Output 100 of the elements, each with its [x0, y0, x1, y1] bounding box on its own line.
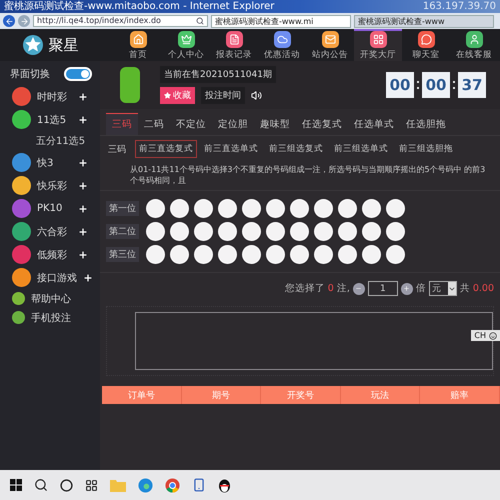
- browser-icon[interactable]: [165, 478, 180, 492]
- number-ball[interactable]: [146, 245, 165, 264]
- nav-item[interactable]: 聊天室: [402, 29, 450, 61]
- search-icon[interactable]: [34, 478, 48, 492]
- number-ball[interactable]: [338, 245, 357, 264]
- sidebar-item[interactable]: 快3: [0, 151, 100, 174]
- multiple-field[interactable]: 1: [368, 281, 398, 296]
- number-ball[interactable]: [242, 199, 261, 218]
- sub-tab[interactable]: 前三直选复式: [135, 140, 197, 158]
- plus-icon[interactable]: [78, 114, 88, 124]
- toggle-label: 界面切换: [10, 68, 50, 81]
- number-input-box[interactable]: [135, 312, 493, 370]
- play-tab[interactable]: 任选胆拖: [400, 113, 452, 135]
- nav-item[interactable]: 开奖大厅: [354, 29, 402, 61]
- number-ball[interactable]: [362, 222, 381, 241]
- circle-icon[interactable]: [60, 478, 73, 492]
- nav-item[interactable]: 优惠活动: [258, 29, 306, 61]
- column-header: 期号: [182, 386, 262, 404]
- number-ball[interactable]: [362, 245, 381, 264]
- task-view-icon[interactable]: [85, 478, 98, 492]
- sidebar-subitem[interactable]: 五分11选5: [0, 131, 100, 151]
- nav-item[interactable]: 首页: [114, 29, 162, 61]
- column-header: 赔率: [420, 386, 500, 404]
- play-tab[interactable]: 趣味型: [254, 113, 296, 135]
- number-ball[interactable]: [266, 222, 285, 241]
- plus-icon[interactable]: [78, 226, 88, 236]
- penguin-icon[interactable]: [218, 478, 231, 492]
- ip-address: 163.197.39.70: [422, 1, 496, 12]
- number-ball[interactable]: [242, 245, 261, 264]
- address-field[interactable]: http://li.qe4.top/index/index.do: [33, 15, 208, 27]
- number-ball[interactable]: [386, 222, 405, 241]
- number-ball[interactable]: [242, 222, 261, 241]
- nav-item[interactable]: 报表记录: [210, 29, 258, 61]
- play-tab[interactable]: 不定位: [170, 113, 212, 135]
- number-ball[interactable]: [194, 222, 213, 241]
- number-ball[interactable]: [170, 199, 189, 218]
- play-tab[interactable]: 二码: [138, 113, 170, 135]
- plus-icon[interactable]: [78, 92, 88, 102]
- browser-tab[interactable]: 蜜桃源码测试检查-www: [354, 14, 494, 28]
- number-ball[interactable]: [218, 199, 237, 218]
- speaker-icon[interactable]: [251, 90, 262, 101]
- sub-tab[interactable]: 前三组选复式: [265, 140, 327, 158]
- sidebar-item[interactable]: 接口游戏: [0, 266, 100, 289]
- selection-prefix: 您选择了: [284, 282, 325, 295]
- nav-item[interactable]: 站内公告: [306, 29, 354, 61]
- device-icon[interactable]: [192, 478, 206, 492]
- number-ball[interactable]: [290, 222, 309, 241]
- minus-button[interactable]: [352, 282, 365, 294]
- number-ball[interactable]: [314, 222, 333, 241]
- number-ball[interactable]: [362, 199, 381, 218]
- number-ball[interactable]: [194, 199, 213, 218]
- number-ball[interactable]: [290, 245, 309, 264]
- sidebar-item[interactable]: 手机投注: [0, 308, 100, 327]
- play-tab[interactable]: 定位胆: [212, 113, 254, 135]
- number-ball[interactable]: [386, 245, 405, 264]
- number-ball[interactable]: [170, 245, 189, 264]
- play-tab[interactable]: 任选单式: [348, 113, 400, 135]
- browser-tab[interactable]: 蜜桃源码测试检查-www.mi: [211, 14, 351, 28]
- back-button[interactable]: [3, 15, 15, 27]
- plus-icon[interactable]: [83, 272, 93, 282]
- theme-switch[interactable]: [64, 67, 92, 81]
- sidebar-item[interactable]: PK10: [0, 197, 100, 220]
- favorite-button[interactable]: 收藏: [160, 87, 195, 104]
- sidebar-item[interactable]: 时时彩: [0, 85, 100, 108]
- nav-item[interactable]: 个人中心: [162, 29, 210, 61]
- browser-icon[interactable]: [138, 478, 153, 492]
- sidebar-item[interactable]: 快乐彩: [0, 174, 100, 197]
- number-ball[interactable]: [290, 199, 309, 218]
- number-ball[interactable]: [338, 199, 357, 218]
- sub-tab[interactable]: 前三直选单式: [200, 140, 262, 158]
- sidebar-item[interactable]: 帮助中心: [0, 289, 100, 308]
- sidebar-item[interactable]: 低频彩: [0, 243, 100, 266]
- number-ball[interactable]: [146, 222, 165, 241]
- number-ball[interactable]: [314, 199, 333, 218]
- number-ball[interactable]: [314, 245, 333, 264]
- plus-icon[interactable]: [78, 250, 88, 260]
- plus-icon[interactable]: [78, 180, 88, 190]
- number-ball[interactable]: [218, 222, 237, 241]
- number-ball[interactable]: [266, 245, 285, 264]
- sub-tab[interactable]: 前三组选单式: [330, 140, 392, 158]
- number-ball[interactable]: [338, 222, 357, 241]
- sidebar-item[interactable]: 六合彩: [0, 220, 100, 243]
- sidebar-item[interactable]: 11选5: [0, 108, 100, 131]
- number-ball[interactable]: [194, 245, 213, 264]
- currency-select[interactable]: 元: [428, 281, 457, 296]
- position-label: 第三位: [106, 247, 139, 262]
- number-ball[interactable]: [266, 199, 285, 218]
- number-ball[interactable]: [170, 222, 189, 241]
- number-ball[interactable]: [386, 199, 405, 218]
- language-bar[interactable]: CH: [471, 330, 500, 341]
- plus-icon[interactable]: [78, 158, 88, 168]
- number-ball[interactable]: [146, 199, 165, 218]
- sub-tab[interactable]: 前三组选胆拖: [395, 140, 457, 158]
- plus-button[interactable]: [400, 282, 413, 294]
- nav-item[interactable]: 在线客服: [450, 29, 498, 61]
- windows-start-icon[interactable]: [10, 479, 22, 491]
- plus-icon[interactable]: [78, 204, 88, 214]
- number-ball[interactable]: [218, 245, 237, 264]
- arrow-right-icon: [20, 16, 28, 26]
- play-tab[interactable]: 任选复式: [296, 113, 348, 135]
